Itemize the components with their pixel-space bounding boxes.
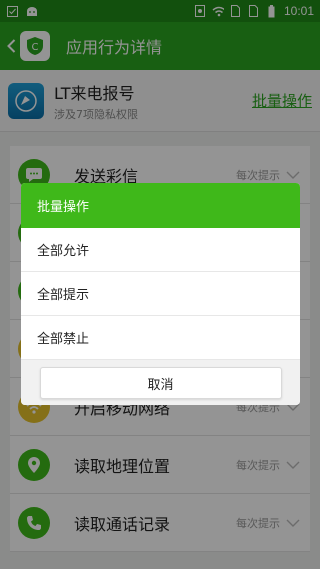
dialog-footer: 取消 [21,360,300,405]
dialog-title: 批量操作 [21,183,300,228]
option-prompt-all[interactable]: 全部提示 [21,272,300,316]
option-allow-all[interactable]: 全部允许 [21,228,300,272]
batch-operation-dialog: 批量操作 全部允许 全部提示 全部禁止 取消 [21,183,300,405]
option-deny-all[interactable]: 全部禁止 [21,316,300,360]
cancel-button[interactable]: 取消 [39,367,282,399]
